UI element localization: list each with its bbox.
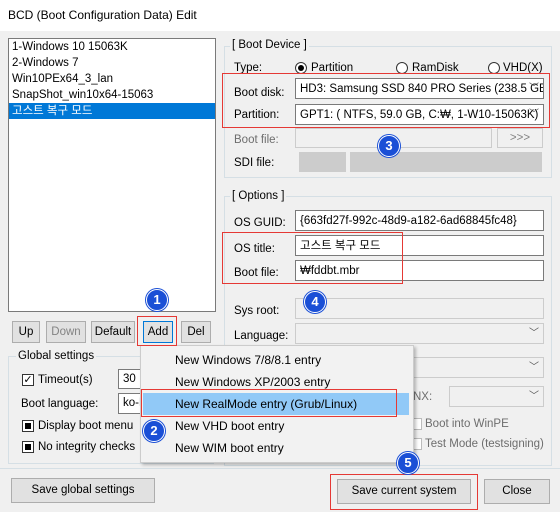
chevron-down-icon: ﹀ <box>529 328 539 339</box>
step-badge-5: 5 <box>397 452 419 474</box>
boot-language-label: Boot language: <box>21 398 99 410</box>
step-badge-3: 3 <box>378 135 400 157</box>
boot-entry-list[interactable]: 1-Windows 10 15063K 2-Windows 7 Win10PEx… <box>8 38 216 312</box>
sdi-file-field[interactable] <box>350 152 542 172</box>
timeout-label: Timeout(s) <box>38 374 93 386</box>
partition-value: GPT1: ( NTFS, 59.0 GB, C:₩, 1-W10-15063K… <box>300 109 539 121</box>
type-ramdisk-label: RamDisk <box>412 62 459 74</box>
partition-label: Partition: <box>234 109 280 121</box>
sdi-partition-field[interactable] <box>299 152 346 172</box>
footer-divider <box>0 468 560 469</box>
title-bar: BCD (Boot Configuration Data) Edit <box>0 0 560 31</box>
display-boot-menu-label: Display boot menu <box>38 420 134 432</box>
list-item[interactable]: 1-Windows 10 15063K <box>9 39 215 55</box>
boot-into-winpe-label: Boot into WinPE <box>425 418 509 430</box>
sys-root-label: Sys root: <box>234 305 280 317</box>
step-badge-1: 1 <box>146 289 168 311</box>
options-label: [ Options ] <box>230 190 287 202</box>
chevron-down-icon: ﹀ <box>529 362 539 373</box>
list-item[interactable]: Win10PEx64_3_lan <box>9 71 215 87</box>
language-select[interactable]: ﹀ <box>295 323 544 344</box>
menu-item-new-wim[interactable]: New WIM boot entry <box>143 437 409 459</box>
sdi-file-label: SDI file: <box>234 157 275 169</box>
global-settings-label: Global settings <box>16 350 97 362</box>
nx-label: NX: <box>413 391 433 403</box>
sys-root-input[interactable] <box>295 298 544 319</box>
partition-select[interactable]: GPT1: ( NTFS, 59.0 GB, C:₩, 1-W10-15063K… <box>295 104 544 125</box>
timeout-checkbox[interactable]: ✓ <box>22 374 34 386</box>
options-boot-file-input[interactable]: ₩fddbt.mbr <box>295 260 544 281</box>
chevron-down-icon: ﹀ <box>529 83 539 94</box>
language-label: Language: <box>234 330 289 342</box>
del-button[interactable]: Del <box>181 321 211 343</box>
options-boot-file-label: Boot file: <box>234 267 279 279</box>
save-current-system-button[interactable]: Save current system <box>337 479 471 504</box>
no-integrity-checks-label: No integrity checks <box>38 441 136 453</box>
os-title-input[interactable]: 고스트 복구 모드 <box>295 235 544 256</box>
chevron-down-icon: ﹀ <box>529 391 539 402</box>
save-global-settings-button[interactable]: Save global settings <box>11 478 155 503</box>
menu-item-new-vhd[interactable]: New VHD boot entry <box>143 415 409 437</box>
no-integrity-checks-checkbox[interactable] <box>22 441 34 453</box>
display-boot-menu-checkbox[interactable] <box>22 420 34 432</box>
type-vhdx-label: VHD(X) <box>503 62 543 74</box>
test-mode-label: Test Mode (testsigning) <box>425 438 544 450</box>
menu-item-new-windows-7[interactable]: New Windows 7/8/8.1 entry <box>143 349 409 371</box>
browse-button[interactable]: >>> <box>497 128 543 148</box>
boot-disk-label: Boot disk: <box>234 87 285 99</box>
boot-device-label: [ Boot Device ] <box>230 39 309 51</box>
type-label: Type: <box>234 62 263 74</box>
menu-item-new-realmode[interactable]: New RealMode entry (Grub/Linux) <box>143 393 409 415</box>
type-vhdx-radio[interactable] <box>488 62 500 74</box>
type-ramdisk-radio[interactable] <box>396 62 408 74</box>
boot-disk-select[interactable]: HD3: Samsung SSD 840 PRO Series (238.5 G… <box>295 78 544 99</box>
chevron-down-icon: ﹀ <box>529 109 539 120</box>
os-guid-field[interactable]: {663fd27f-992c-48d9-a182-6ad68845fc48} <box>295 210 544 231</box>
list-item-selected[interactable]: 고스트 복구 모드 <box>9 103 215 119</box>
type-partition-radio[interactable] <box>295 62 307 74</box>
step-badge-4: 4 <box>304 291 326 313</box>
up-button[interactable]: Up <box>12 321 40 343</box>
os-guid-label: OS GUID: <box>234 217 286 229</box>
list-item[interactable]: SnapShot_win10x64-15063 <box>9 87 215 103</box>
add-button[interactable]: Add <box>143 321 173 343</box>
nx-select[interactable]: ﹀ <box>449 386 544 407</box>
down-button[interactable]: Down <box>46 321 86 343</box>
window-title: BCD (Boot Configuration Data) Edit <box>8 8 197 22</box>
os-title-label: OS title: <box>234 243 275 255</box>
step-badge-2: 2 <box>143 420 165 442</box>
default-button[interactable]: Default <box>91 321 135 343</box>
boot-file-label: Boot file: <box>234 134 279 146</box>
type-partition-label: Partition <box>311 62 354 74</box>
boot-disk-value: HD3: Samsung SSD 840 PRO Series (238.5 G… <box>300 83 544 95</box>
list-item[interactable]: 2-Windows 7 <box>9 55 215 71</box>
close-button[interactable]: Close <box>484 479 550 504</box>
menu-item-new-windows-xp[interactable]: New Windows XP/2003 entry <box>143 371 409 393</box>
bcd-edit-window: BCD (Boot Configuration Data) Edit 1-Win… <box>0 0 560 512</box>
add-entry-menu: New Windows 7/8/8.1 entry New Windows XP… <box>140 345 414 463</box>
